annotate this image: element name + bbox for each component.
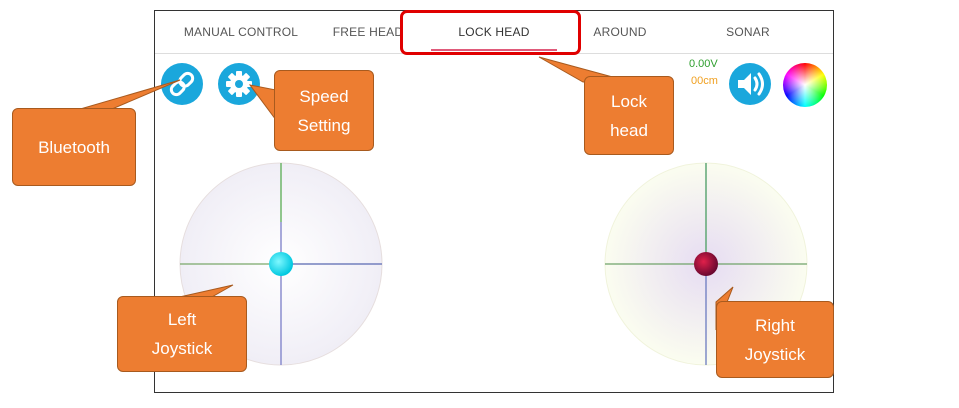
speaker-icon (738, 72, 764, 96)
right-joystick-callout-line-1: Right (755, 315, 795, 335)
speed-callout-line-1: Speed (299, 86, 349, 106)
bluetooth-callout-line-1: Bluetooth (38, 137, 110, 157)
left-joystick-callout-line-1: Left (167, 310, 197, 329)
speed-callout-line-2: Setting (297, 115, 351, 135)
right-joystick-callout: Right Joystick (716, 301, 834, 378)
bluetooth-callout: Bluetooth (12, 108, 136, 186)
left-joystick-callout-line-2: Joystick (151, 339, 213, 358)
speed-setting-button[interactable] (218, 63, 260, 105)
left-joystick-callout: Left Joystick (117, 296, 247, 372)
link-icon (169, 71, 195, 97)
gear-icon (226, 71, 252, 97)
distance-readout: 00cm (691, 75, 718, 87)
left-joystick-knob[interactable] (269, 252, 293, 276)
lock-callout-line-1: Lock (611, 91, 647, 111)
tab-manual-control[interactable]: MANUAL CONTROL (167, 11, 315, 53)
color-wheel-icon[interactable] (783, 63, 827, 107)
voltage-readout: 0.00V (689, 58, 718, 70)
lock-callout-line-2: head (610, 120, 648, 140)
right-joystick-knob[interactable] (694, 252, 718, 276)
right-joystick-callout-line-2: Joystick (744, 344, 806, 364)
tab-around[interactable]: AROUND (575, 11, 665, 53)
bluetooth-button[interactable] (161, 63, 203, 105)
tab-sonar[interactable]: SONAR (703, 11, 793, 53)
sound-button[interactable] (729, 63, 771, 105)
lock-head-callout: Lock head (584, 76, 674, 155)
speed-setting-callout: Speed Setting (274, 70, 374, 151)
lock-head-highlight (400, 10, 581, 55)
